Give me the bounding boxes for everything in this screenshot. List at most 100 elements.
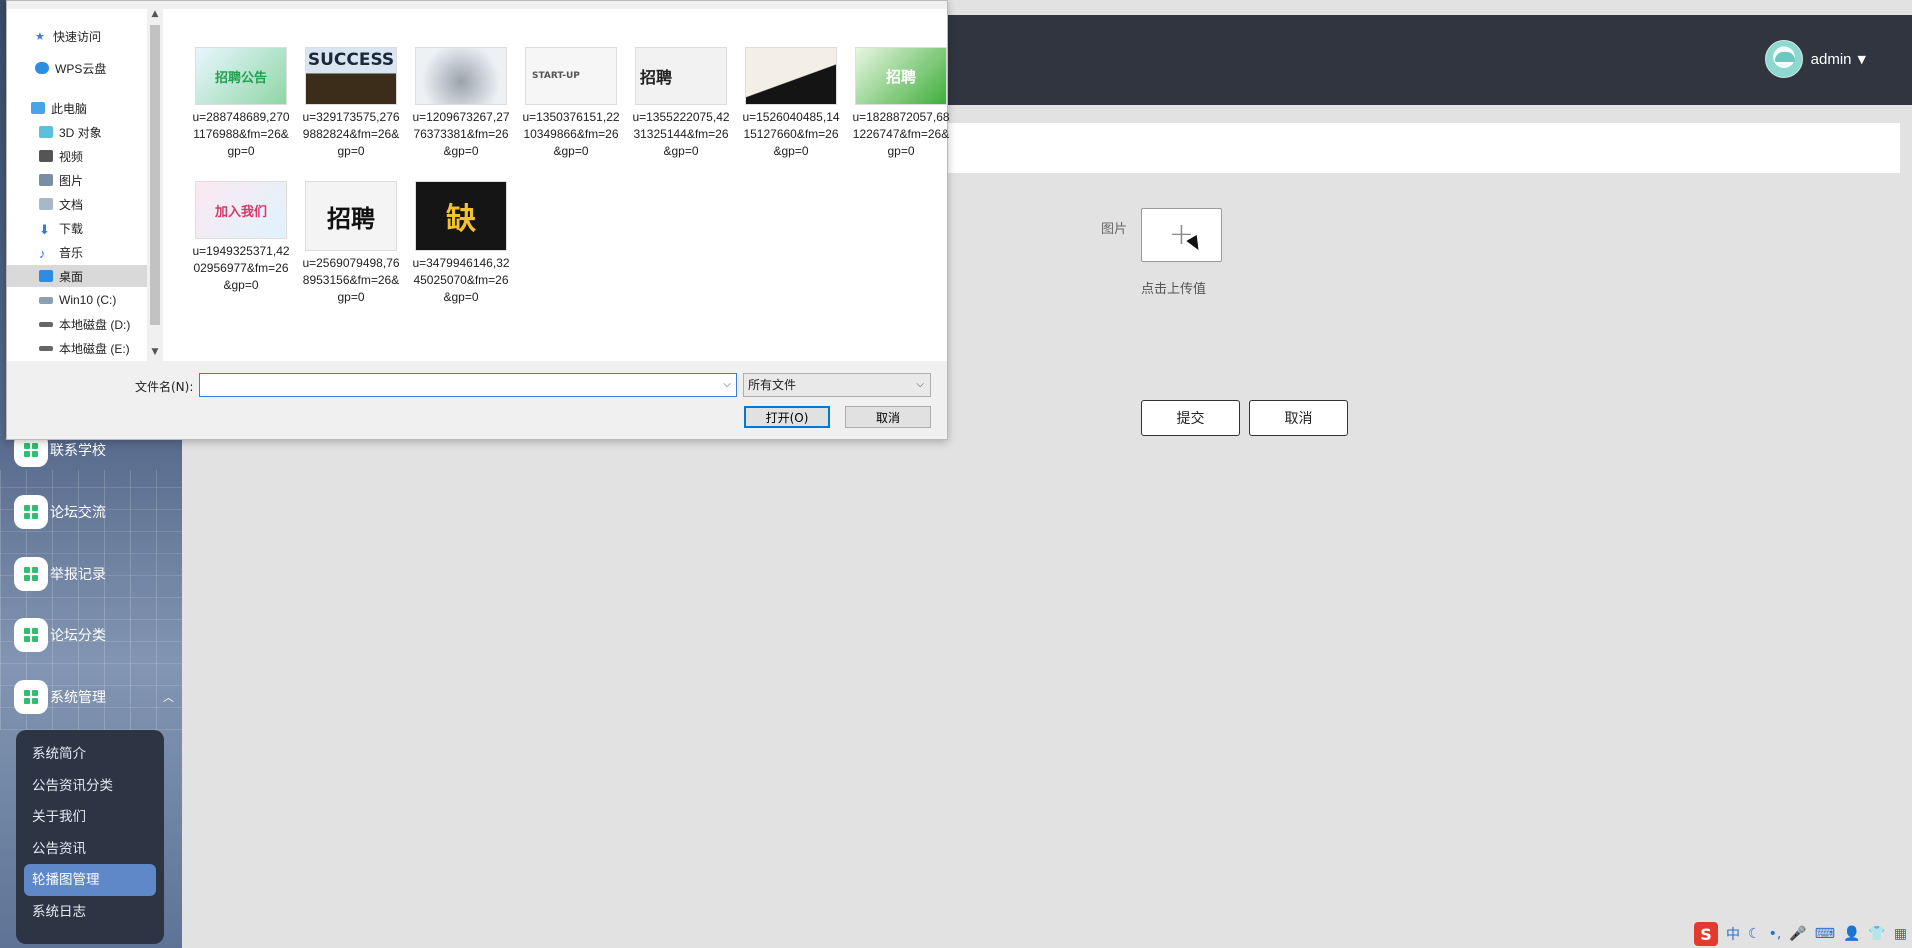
system-tray: S 中 ☾ •, 🎤 ⌨ 👤 👕 ▦ [1690, 920, 1912, 948]
system-submenu: 系统简介 公告资讯分类 关于我们 公告资讯 轮播图管理 系统日志 [16, 730, 164, 944]
file-item[interactable]: 缺 u=3479946146,3245025070&fm=26&gp=0 [411, 181, 511, 306]
punctuation-icon[interactable]: •, [1769, 926, 1782, 942]
scroll-up-icon[interactable]: ▲ [147, 9, 163, 23]
grid-icon [14, 557, 48, 591]
file-thumbnail: 招聘 [635, 47, 727, 105]
nav-documents[interactable]: 文档 [7, 193, 147, 215]
dialog-cancel-button[interactable]: 取消 [845, 406, 931, 428]
file-name: u=1949325371,4202956977&fm=26&gp=0 [192, 244, 290, 292]
scrollbar-thumb[interactable] [150, 25, 160, 325]
nav-music[interactable]: ♪ 音乐 [7, 241, 147, 263]
sidebar-item-label: 系统管理 [50, 689, 106, 705]
nav-drive-d[interactable]: 本地磁盘 (D:) [7, 313, 147, 335]
sidebar-item-label: 举报记录 [50, 566, 106, 582]
avatar [1764, 40, 1803, 78]
file-name: u=1209673267,2776373381&fm=26&gp=0 [412, 110, 510, 158]
file-item[interactable]: 招聘 u=1828872057,681226747&fm=26&gp=0 [851, 47, 951, 160]
shirt-icon[interactable]: 👕 [1868, 926, 1885, 942]
grid-icon [14, 618, 48, 652]
file-item[interactable]: u=1526040485,1415127660&fm=26&gp=0 [741, 47, 841, 160]
file-name: u=1526040485,1415127660&fm=26&gp=0 [742, 110, 840, 158]
dialog-nav-pane: ★ 快速访问 WPS云盘 此电脑 3D 对象 视频 图片 文档 ⬇ 下载 ♪ 音乐 桌… [7, 9, 163, 361]
submenu-item-system-log[interactable]: 系统日志 [24, 896, 156, 928]
nav-this-pc[interactable]: 此电脑 [7, 97, 147, 119]
nav-drive-c[interactable]: Win10 (C:) [7, 289, 147, 311]
nav-label: 桌面 [59, 269, 84, 284]
file-name: u=1355222075,4231325144&fm=26&gp=0 [632, 110, 730, 158]
nav-3d-objects[interactable]: 3D 对象 [7, 121, 147, 143]
file-item[interactable]: 招聘 u=2569079498,768953156&fm=26&gp=0 [301, 181, 401, 306]
music-icon: ♪ [39, 246, 46, 261]
submit-button[interactable]: 提交 [1141, 400, 1240, 436]
image-field-label: 图片 [1101, 222, 1128, 237]
video-icon [39, 150, 53, 162]
submenu-item-about-us[interactable]: 关于我们 [24, 801, 156, 833]
nav-quick-access[interactable]: ★ 快速访问 [7, 25, 147, 47]
sidebar-item-reports[interactable]: 举报记录 [14, 556, 182, 592]
moon-icon[interactable]: ☾ [1748, 926, 1761, 942]
grid-menu-icon[interactable]: ▦ [1894, 926, 1907, 942]
ime-mode-indicator[interactable]: 中 [1726, 924, 1740, 944]
nav-label: 文档 [59, 197, 84, 212]
file-name: u=2569079498,768953156&fm=26&gp=0 [302, 256, 400, 304]
scroll-down-icon[interactable]: ▼ [147, 347, 163, 361]
nav-label: 本地磁盘 (E:) [59, 341, 130, 356]
file-item[interactable]: START-UP u=1350376151,2210349866&fm=26&g… [521, 47, 621, 160]
file-item[interactable]: 加入我们 u=1949325371,4202956977&fm=26&gp=0 [191, 181, 291, 294]
nav-desktop[interactable]: 桌面 [7, 265, 147, 287]
grid-icon [14, 680, 48, 714]
desktop-icon [39, 270, 53, 282]
microphone-icon[interactable]: 🎤 [1789, 926, 1806, 942]
nav-wps-cloud[interactable]: WPS云盘 [7, 57, 147, 79]
file-name: u=1828872057,681226747&fm=26&gp=0 [852, 110, 950, 158]
upload-hint: 点击上传值 [1141, 282, 1207, 297]
open-button[interactable]: 打开(O) [744, 406, 830, 428]
nav-scrollbar[interactable]: ▲ ▼ [147, 9, 163, 361]
sidebar-item-forum[interactable]: 论坛交流 [14, 494, 182, 530]
submenu-item-news[interactable]: 公告资讯 [24, 833, 156, 865]
download-icon: ⬇ [39, 222, 50, 237]
chevron-down-icon[interactable]: ⌵ [719, 375, 735, 395]
file-name: u=329173575,2769882824&fm=26&gp=0 [302, 110, 400, 158]
user-menu[interactable]: admin ▼ [1764, 40, 1866, 78]
drive-icon [39, 321, 53, 327]
sogou-ime-icon[interactable]: S [1694, 922, 1718, 946]
nav-label: 此电脑 [51, 101, 88, 116]
cloud-icon [35, 62, 49, 74]
nav-downloads[interactable]: ⬇ 下载 [7, 217, 147, 239]
filename-input[interactable] [199, 373, 737, 397]
cancel-button[interactable]: 取消 [1249, 400, 1348, 436]
cube-icon [39, 126, 53, 138]
star-icon: ★ [35, 31, 45, 43]
file-thumbnail [415, 47, 507, 105]
file-item[interactable]: 招聘公告 u=288748689,2701176988&fm=26&gp=0 [191, 47, 291, 160]
file-item[interactable]: u=1209673267,2776373381&fm=26&gp=0 [411, 47, 511, 160]
submenu-item-system-intro[interactable]: 系统简介 [24, 738, 156, 770]
drive-icon [39, 296, 53, 304]
file-name: u=3479946146,3245025070&fm=26&gp=0 [412, 256, 510, 304]
file-type-select[interactable]: 所有文件 ⌵ [743, 373, 931, 397]
grid-icon [14, 495, 48, 529]
computer-icon [31, 102, 45, 114]
file-item[interactable]: 招聘 u=1355222075,4231325144&fm=26&gp=0 [631, 47, 731, 160]
nav-videos[interactable]: 视频 [7, 145, 147, 167]
chevron-down-icon: ⌵ [916, 379, 924, 390]
submenu-item-carousel[interactable]: 轮播图管理 [24, 864, 156, 896]
file-thumbnail: START-UP [525, 47, 617, 105]
file-name: u=1350376151,2210349866&fm=26&gp=0 [522, 110, 620, 158]
nav-drive-e[interactable]: 本地磁盘 (E:) [7, 337, 147, 359]
image-upload-box[interactable]: + [1141, 208, 1222, 262]
file-item[interactable]: SUCCESS u=329173575,2769882824&fm=26&gp=… [301, 47, 401, 160]
sidebar-item-forum-category[interactable]: 论坛分类 [14, 617, 182, 653]
document-icon [39, 198, 53, 210]
sidebar-item-label: 论坛分类 [50, 627, 106, 643]
nav-label: 本地磁盘 (D:) [59, 317, 131, 332]
user-icon[interactable]: 👤 [1843, 926, 1860, 942]
file-type-value: 所有文件 [748, 378, 797, 392]
submenu-item-news-category[interactable]: 公告资讯分类 [24, 770, 156, 802]
sidebar-item-system[interactable]: 系统管理 ︿ [14, 679, 182, 715]
nav-label: 视频 [59, 149, 84, 164]
nav-pictures[interactable]: 图片 [7, 169, 147, 191]
keyboard-icon[interactable]: ⌨ [1815, 926, 1835, 942]
chevron-up-icon: ︿ [163, 691, 174, 704]
